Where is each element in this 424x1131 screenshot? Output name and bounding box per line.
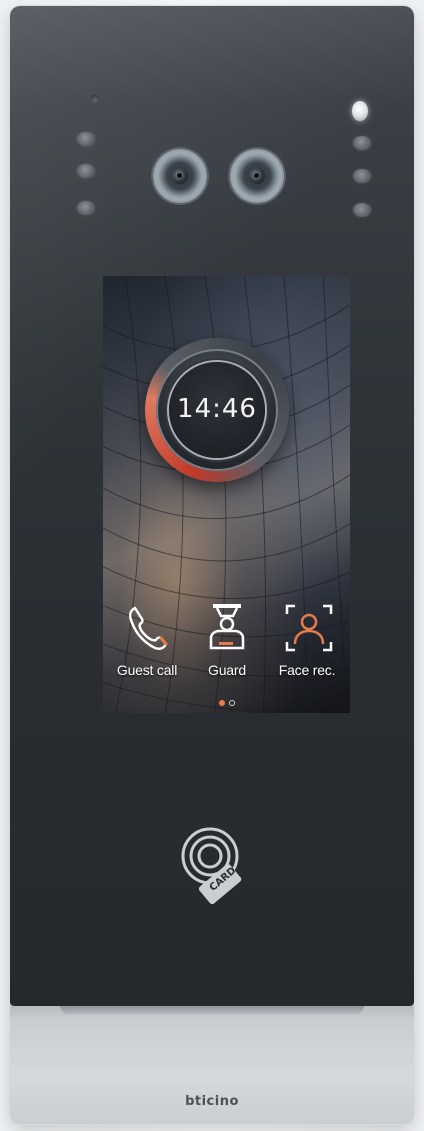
camera-right-icon xyxy=(230,149,284,203)
guest-call-button[interactable] xyxy=(117,598,177,658)
guest-call-label: Guest call xyxy=(116,662,178,678)
brand-logo: bticino xyxy=(185,1094,239,1109)
right-light-icon xyxy=(352,101,368,121)
page-dot-inactive[interactable] xyxy=(228,700,235,706)
guard-button[interactable] xyxy=(197,598,257,658)
faceplate: 14:46 Guest call Guard Face rec. CARD xyxy=(10,6,414,1006)
microphone-icon xyxy=(91,95,99,103)
face-recognition-icon xyxy=(285,604,333,652)
left-led-1 xyxy=(77,132,95,146)
face-recognition-button[interactable] xyxy=(279,598,339,658)
left-led-3 xyxy=(77,201,95,215)
page-indicator xyxy=(103,693,350,706)
right-led-1 xyxy=(353,136,371,150)
right-led-3 xyxy=(353,203,371,217)
camera-left-icon xyxy=(153,149,207,203)
phone-icon xyxy=(128,606,168,651)
right-led-2 xyxy=(353,169,371,183)
clock-time: 14:46 xyxy=(177,394,257,424)
left-led-2 xyxy=(77,164,95,178)
guard-label: Guard xyxy=(208,662,246,678)
card-reader-area[interactable]: CARD xyxy=(175,824,253,905)
touch-screen[interactable]: 14:46 Guest call Guard Face rec. xyxy=(103,276,350,713)
page-dot-active[interactable] xyxy=(218,700,225,706)
guard-icon xyxy=(209,604,245,650)
face-recognition-label: Face rec. xyxy=(278,662,336,678)
intercom-device: 14:46 Guest call Guard Face rec. CARD xyxy=(10,6,414,1124)
